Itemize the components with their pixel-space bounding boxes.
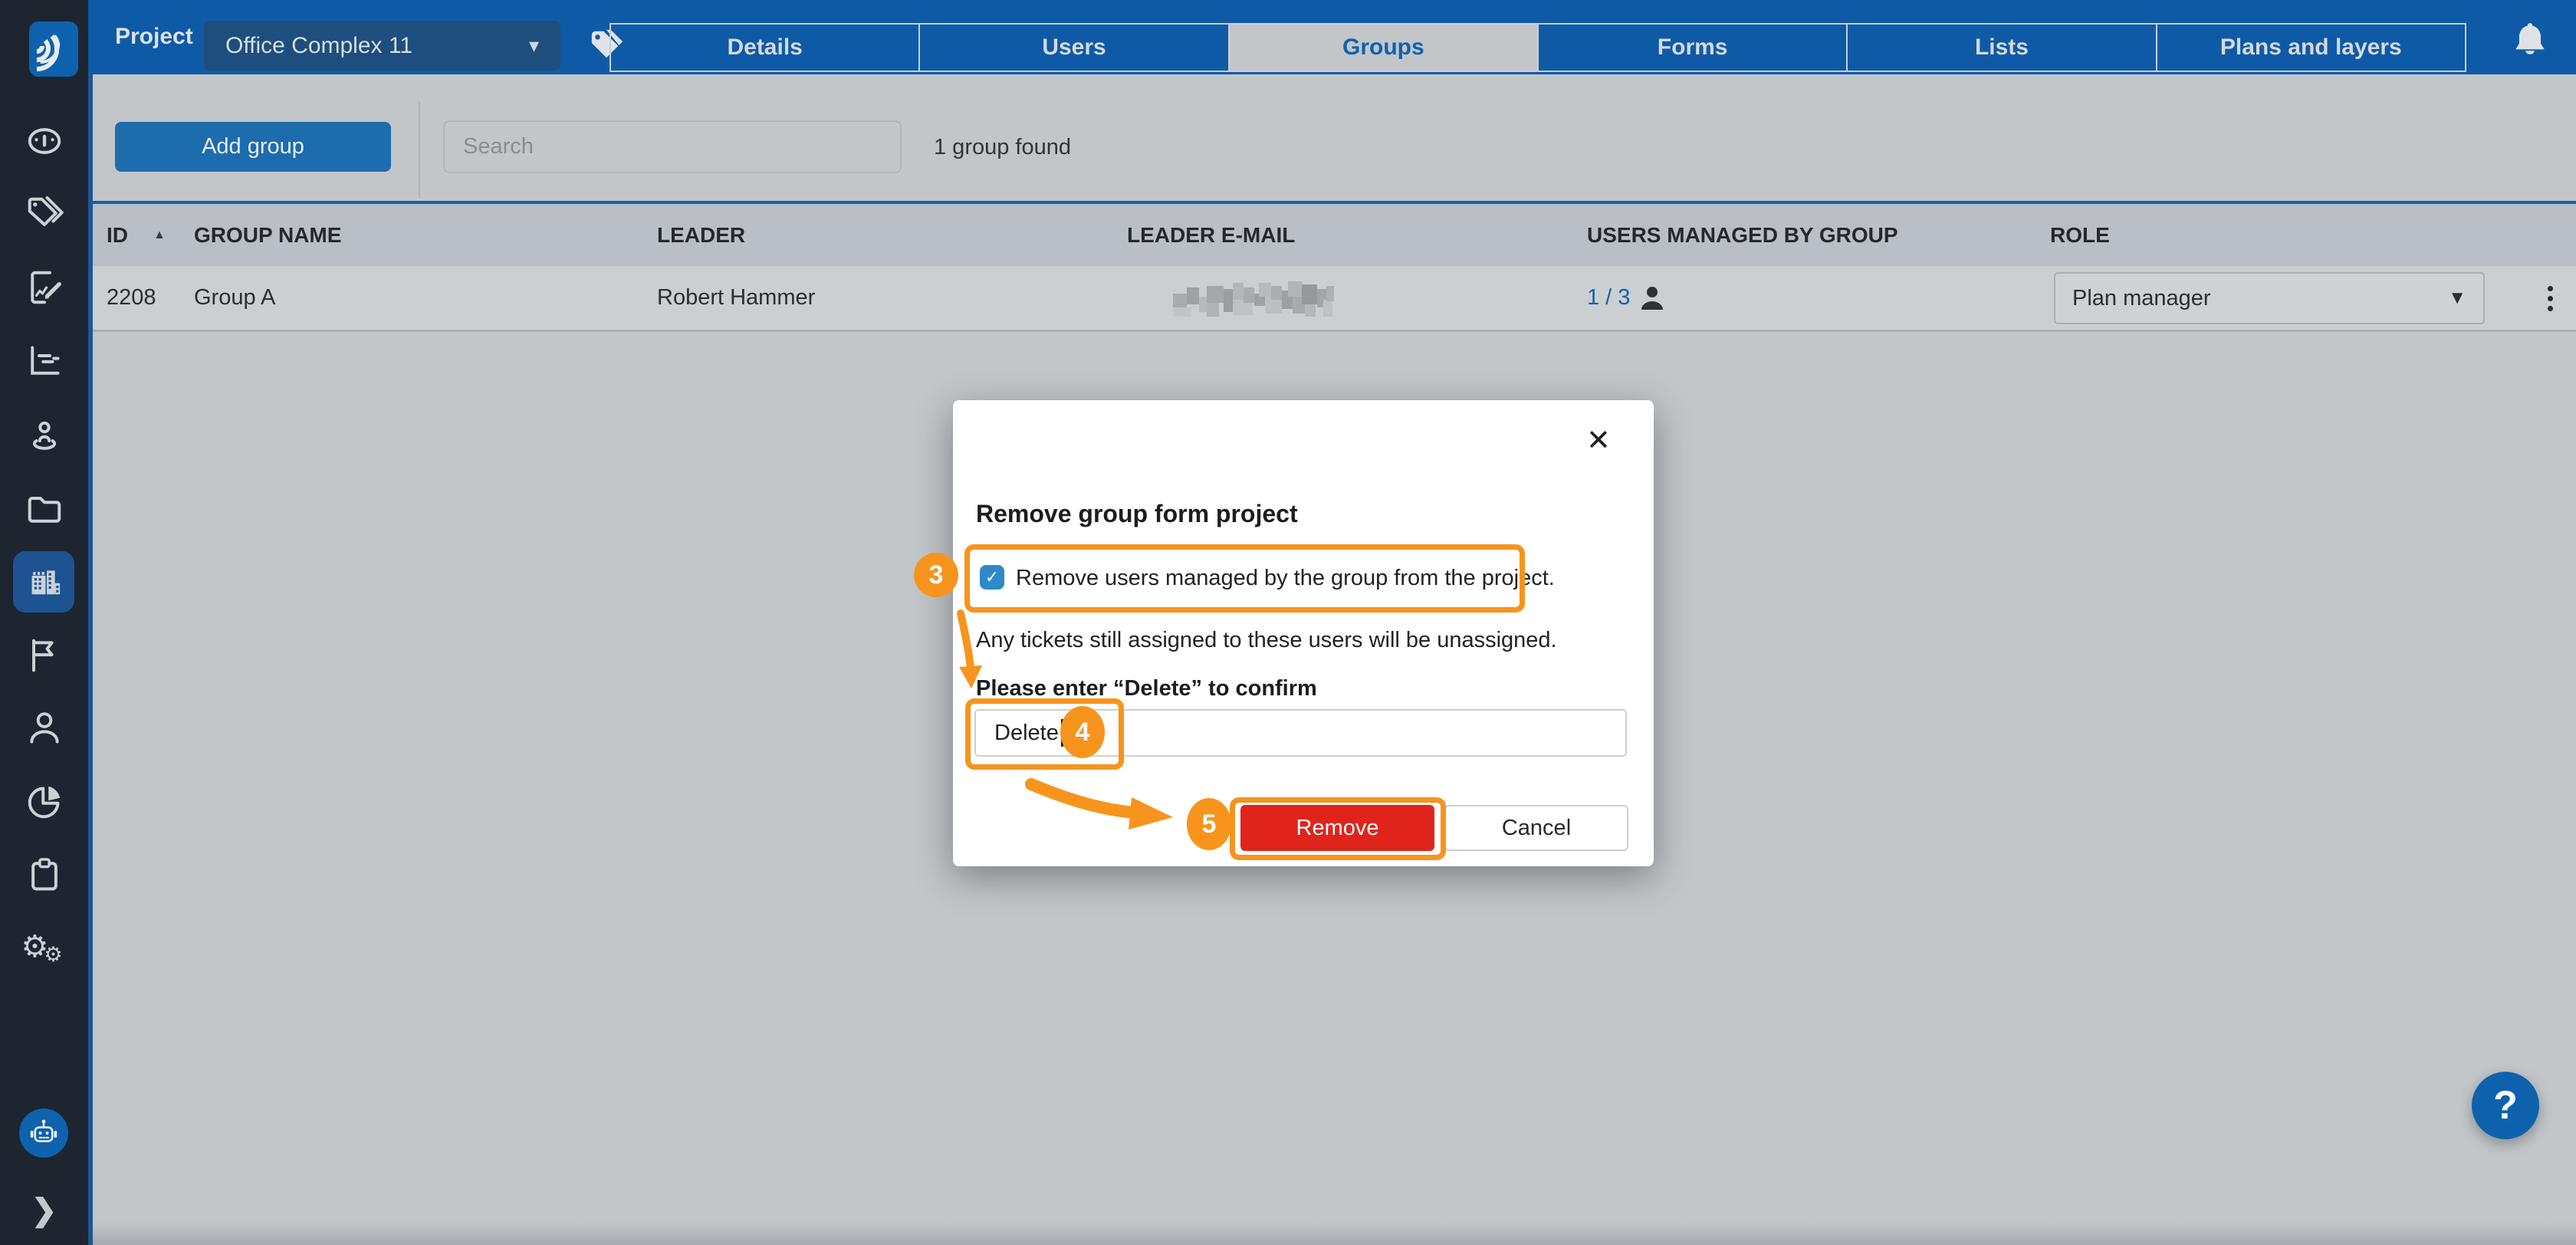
bell-icon <box>2507 18 2553 64</box>
bottom-shadow <box>88 1222 2576 1245</box>
add-group-button[interactable]: Add group <box>115 122 391 172</box>
column-header-leader-email[interactable]: LEADER E-MAIL <box>1127 204 1295 266</box>
remove-users-checkbox[interactable]: ✓ <box>980 565 1004 590</box>
cell-group-id: 2208 <box>107 266 156 330</box>
sidebar-item-forms[interactable] <box>0 266 88 309</box>
column-header-leader[interactable]: LEADER <box>657 204 745 266</box>
confirm-instruction: Please enter “Delete” to confirm <box>976 676 1317 701</box>
sidebar-item-flags[interactable] <box>0 634 88 677</box>
column-header-id[interactable]: ID <box>107 204 128 266</box>
column-header-role[interactable]: ROLE <box>2050 204 2110 266</box>
help-button[interactable]: ? <box>2472 1072 2539 1139</box>
tab-lists[interactable]: Lists <box>1848 23 2157 72</box>
modal-note: Any tickets still assigned to these user… <box>976 628 1557 653</box>
checkbox-label[interactable]: Remove users managed by the group from t… <box>1016 566 1555 591</box>
dashboard-gauge-icon <box>23 120 66 163</box>
step-badge-3: 3 <box>914 553 958 597</box>
chevron-down-icon: ▾ <box>529 34 539 57</box>
gear-small-icon: ⚙ <box>44 943 62 966</box>
role-dropdown-value: Plan manager <box>2072 286 2448 311</box>
sidebar-item-settings[interactable]: ⚙⚙ <box>0 929 88 964</box>
sidebar-item-tasks[interactable] <box>0 854 88 897</box>
sidebar-accent-stripe <box>88 0 93 1245</box>
document-edit-icon <box>23 266 66 309</box>
cell-group-name: Group A <box>194 266 275 330</box>
app-window: ⚙⚙ ❯ Project Office Complex 11 ▾ <box>0 0 2576 1245</box>
question-mark-icon: ? <box>2493 1082 2518 1128</box>
topbar: Project Office Complex 11 ▾ Details User… <box>88 0 2576 74</box>
tab-details[interactable]: Details <box>610 23 920 72</box>
tab-plans-and-layers[interactable]: Plans and layers <box>2157 23 2466 72</box>
remove-group-modal: ✕ Remove group form project ✓ Remove use… <box>953 400 1654 866</box>
logo-swirl-icon <box>34 26 74 72</box>
assistant-button[interactable] <box>19 1109 68 1158</box>
user-icon <box>23 707 66 750</box>
sidebar: ⚙⚙ ❯ <box>0 0 88 1245</box>
row-menu-button[interactable] <box>2535 281 2565 315</box>
tab-forms[interactable]: Forms <box>1539 23 1848 72</box>
app-logo[interactable] <box>29 21 78 77</box>
users-managed-link[interactable]: 1 / 3 <box>1587 266 1630 330</box>
sidebar-item-site-presence[interactable] <box>0 414 88 457</box>
robot-icon <box>25 1115 62 1151</box>
result-count: 1 group found <box>934 135 1071 160</box>
clipboard-icon <box>23 854 66 897</box>
column-header-users-managed[interactable]: USERS MANAGED BY GROUP <box>1587 204 1898 266</box>
groups-table-header: ID ▲ GROUP NAME LEADER LEADER E-MAIL USE… <box>93 201 2576 266</box>
confirm-input[interactable]: Delete <box>974 709 1627 757</box>
sidebar-item-statistics[interactable] <box>0 340 88 383</box>
sidebar-item-dashboard[interactable] <box>0 120 88 163</box>
search-input[interactable] <box>443 120 902 173</box>
sort-ascending-icon[interactable]: ▲ <box>153 204 166 266</box>
project-tabs: Details Users Groups Forms Lists Plans a… <box>610 23 2466 72</box>
chevron-right-icon: ❯ <box>31 1194 58 1227</box>
column-header-group-name[interactable]: GROUP NAME <box>194 204 341 266</box>
close-icon[interactable]: ✕ <box>1586 426 1611 455</box>
table-row: 2208 Group A Robert Hammer <box>93 266 2576 332</box>
chart-icon <box>23 340 66 383</box>
cell-leader: Robert Hammer <box>657 266 815 330</box>
modal-title: Remove group form project <box>976 500 1298 528</box>
sidebar-item-projects-active[interactable] <box>13 551 74 613</box>
pixelated-email-blur <box>1173 277 1354 320</box>
notifications-button[interactable] <box>2507 18 2553 64</box>
sidebar-item-reports[interactable] <box>0 780 88 823</box>
cancel-button[interactable]: Cancel <box>1444 805 1628 851</box>
pie-chart-icon <box>23 780 66 823</box>
folder-icon <box>23 488 66 531</box>
sidebar-item-users[interactable] <box>0 707 88 750</box>
sidebar-expand-button[interactable]: ❯ <box>0 1193 88 1228</box>
person-location-icon <box>23 414 66 457</box>
project-dropdown-value: Office Complex 11 <box>225 33 529 59</box>
remove-button[interactable]: Remove <box>1240 805 1434 851</box>
check-icon: ✓ <box>985 567 999 587</box>
flag-icon <box>23 634 66 677</box>
toolbar-divider <box>419 101 420 198</box>
role-dropdown[interactable]: Plan manager ▼ <box>2054 272 2485 324</box>
cell-leader-email-redacted <box>1173 277 1354 320</box>
chevron-down-icon: ▼ <box>2448 287 2466 309</box>
confirm-input-value: Delete <box>994 721 1059 746</box>
tab-users[interactable]: Users <box>920 23 1229 72</box>
project-dropdown[interactable]: Office Complex 11 ▾ <box>204 21 560 71</box>
tags-icon <box>23 192 66 235</box>
sidebar-item-files[interactable] <box>0 488 88 531</box>
user-silhouette-icon <box>1638 266 1666 330</box>
building-icon <box>24 562 64 602</box>
project-label: Project <box>115 24 193 50</box>
tab-groups[interactable]: Groups <box>1230 23 1539 72</box>
sidebar-item-tags[interactable] <box>0 192 88 235</box>
text-cursor <box>1061 719 1063 747</box>
